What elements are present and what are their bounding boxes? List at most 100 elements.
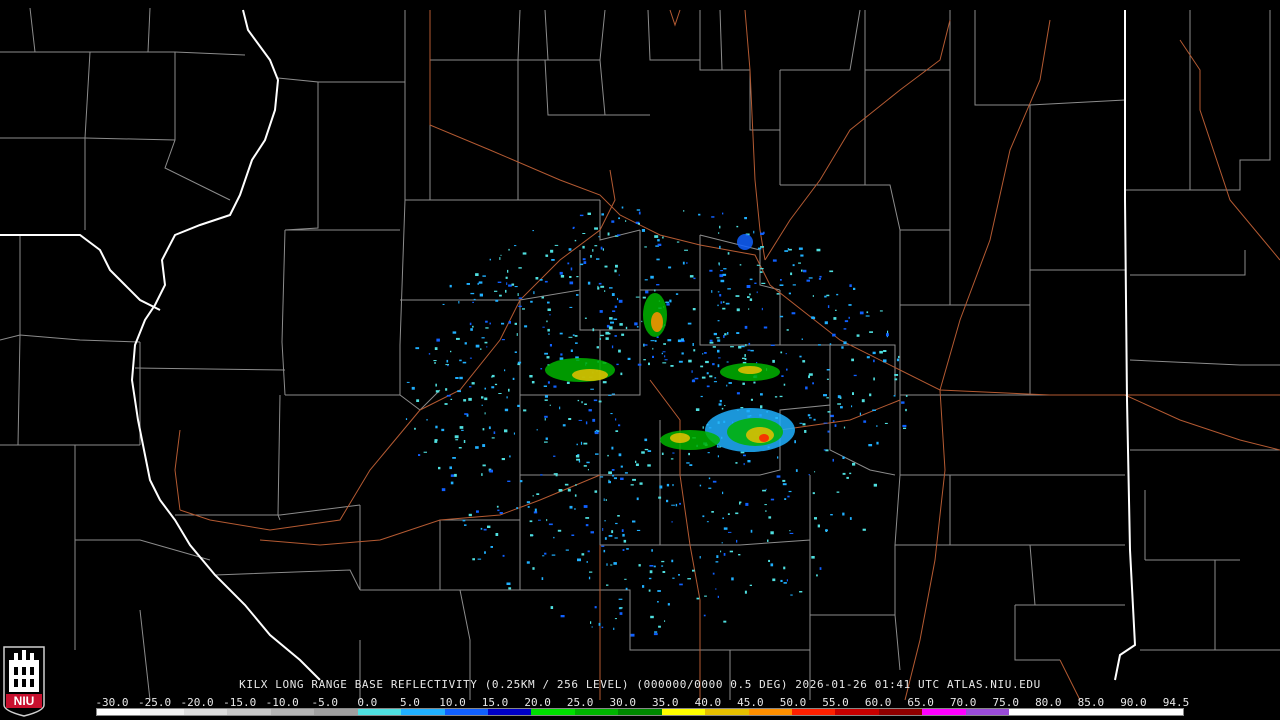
echo-pixel	[565, 549, 569, 551]
echo-pixel	[569, 276, 572, 278]
echo-pixel	[484, 412, 486, 415]
echo-pixel	[514, 322, 517, 325]
echo-pixel	[529, 520, 533, 523]
colorbar-segment	[227, 709, 271, 715]
echo-pixel	[568, 248, 572, 251]
echo-pixel	[812, 295, 814, 297]
echo-pixel	[883, 359, 887, 363]
echo-pixel	[423, 451, 427, 453]
echo-pixel	[624, 472, 628, 474]
echo-pixel	[851, 358, 854, 362]
echo-pixel	[678, 360, 683, 363]
echo-pixel	[587, 550, 590, 553]
echo-pixel	[759, 271, 763, 273]
echo-pixel	[548, 333, 550, 335]
echo-pixel	[544, 399, 548, 401]
echo-pixel	[801, 338, 803, 340]
echo-pixel	[780, 351, 783, 354]
echo-pixel	[652, 347, 654, 350]
echo-pixel	[606, 563, 608, 566]
echo-pixel	[620, 477, 624, 480]
echo-pixel	[489, 322, 491, 325]
echo-pixel	[789, 530, 791, 532]
echo-pixel	[802, 423, 806, 426]
echo-pixel	[721, 407, 724, 410]
echo-pixel	[876, 441, 879, 445]
colorbar-segment	[618, 709, 662, 715]
echo-pixel	[738, 345, 742, 349]
colorbar-segment	[661, 709, 706, 715]
echo-pixel	[506, 582, 511, 585]
echo-pixel	[608, 480, 611, 484]
echo-pixel	[749, 584, 752, 586]
echo-pixel	[704, 595, 707, 597]
echo-pixel	[691, 379, 696, 383]
echo-pixel	[719, 245, 721, 249]
echo-pixel	[560, 615, 565, 618]
echo-pixel	[578, 460, 581, 463]
echo-pixel	[658, 496, 662, 499]
echo-pixel	[532, 495, 534, 497]
echo-pixel	[585, 517, 590, 519]
echo-pixel	[794, 440, 796, 444]
echo-pixel	[484, 341, 488, 344]
echo-pixel	[531, 381, 535, 384]
echo-pixel	[539, 279, 543, 281]
echo-pixel	[632, 520, 636, 523]
colorbar-segment	[1096, 709, 1140, 715]
echo-pixel	[544, 280, 548, 283]
echo-pixel	[622, 549, 625, 551]
echo-pixel	[579, 214, 584, 217]
echo-pixel	[582, 245, 585, 249]
echo-pixel	[669, 299, 672, 303]
echo-pixel	[493, 431, 496, 434]
echo-pixel	[544, 441, 548, 443]
echo-pixel	[615, 418, 617, 421]
echo-pixel	[461, 429, 464, 431]
echo-pixel	[441, 488, 446, 492]
echo-pixel	[502, 554, 505, 557]
echo-pixel	[608, 394, 612, 396]
echo-pixel	[489, 469, 493, 473]
echo-pixel	[678, 574, 680, 576]
echo-pixel	[518, 297, 523, 299]
echo-pixel	[713, 332, 717, 336]
echo-pixel	[782, 483, 787, 486]
echo-pixel	[635, 296, 640, 298]
echo-pixel	[534, 508, 537, 512]
echo-pixel	[615, 430, 619, 432]
echo-pixel	[757, 247, 762, 250]
echo-pixel	[799, 422, 803, 424]
echo-pixel	[842, 456, 845, 459]
echo-pixel	[744, 325, 748, 329]
echo-pixel	[842, 472, 846, 475]
echo-pixel	[516, 507, 518, 510]
echo-pixel	[703, 614, 706, 617]
echo-pixel	[743, 463, 745, 466]
echo-pixel	[641, 451, 645, 454]
echo-pixel	[706, 372, 709, 375]
echo-pixel	[591, 626, 593, 628]
echo-pixel	[583, 261, 587, 264]
echo-pixel	[507, 269, 509, 273]
echo-pixel	[827, 430, 830, 433]
echo-pixel	[603, 498, 605, 501]
colorbar-segment	[401, 709, 445, 715]
echo-pixel	[656, 284, 660, 286]
echo-pixel	[743, 454, 746, 457]
echo-pixel	[604, 290, 606, 292]
echo-pixel	[742, 382, 745, 385]
echo-pixel	[779, 395, 783, 398]
echo-pixel	[625, 220, 627, 222]
echo-pixel	[505, 276, 508, 279]
echo-pixel	[441, 428, 445, 432]
echo-pixel	[482, 444, 486, 447]
echo-pixel	[786, 579, 788, 582]
echo-pixel	[454, 435, 459, 439]
echo-pixel	[808, 474, 810, 476]
echo-pixel	[824, 321, 828, 325]
echo-pixel	[826, 397, 829, 399]
echo-pixel	[785, 353, 787, 355]
echo-pixel	[717, 320, 720, 322]
echo-pixel	[696, 597, 700, 600]
